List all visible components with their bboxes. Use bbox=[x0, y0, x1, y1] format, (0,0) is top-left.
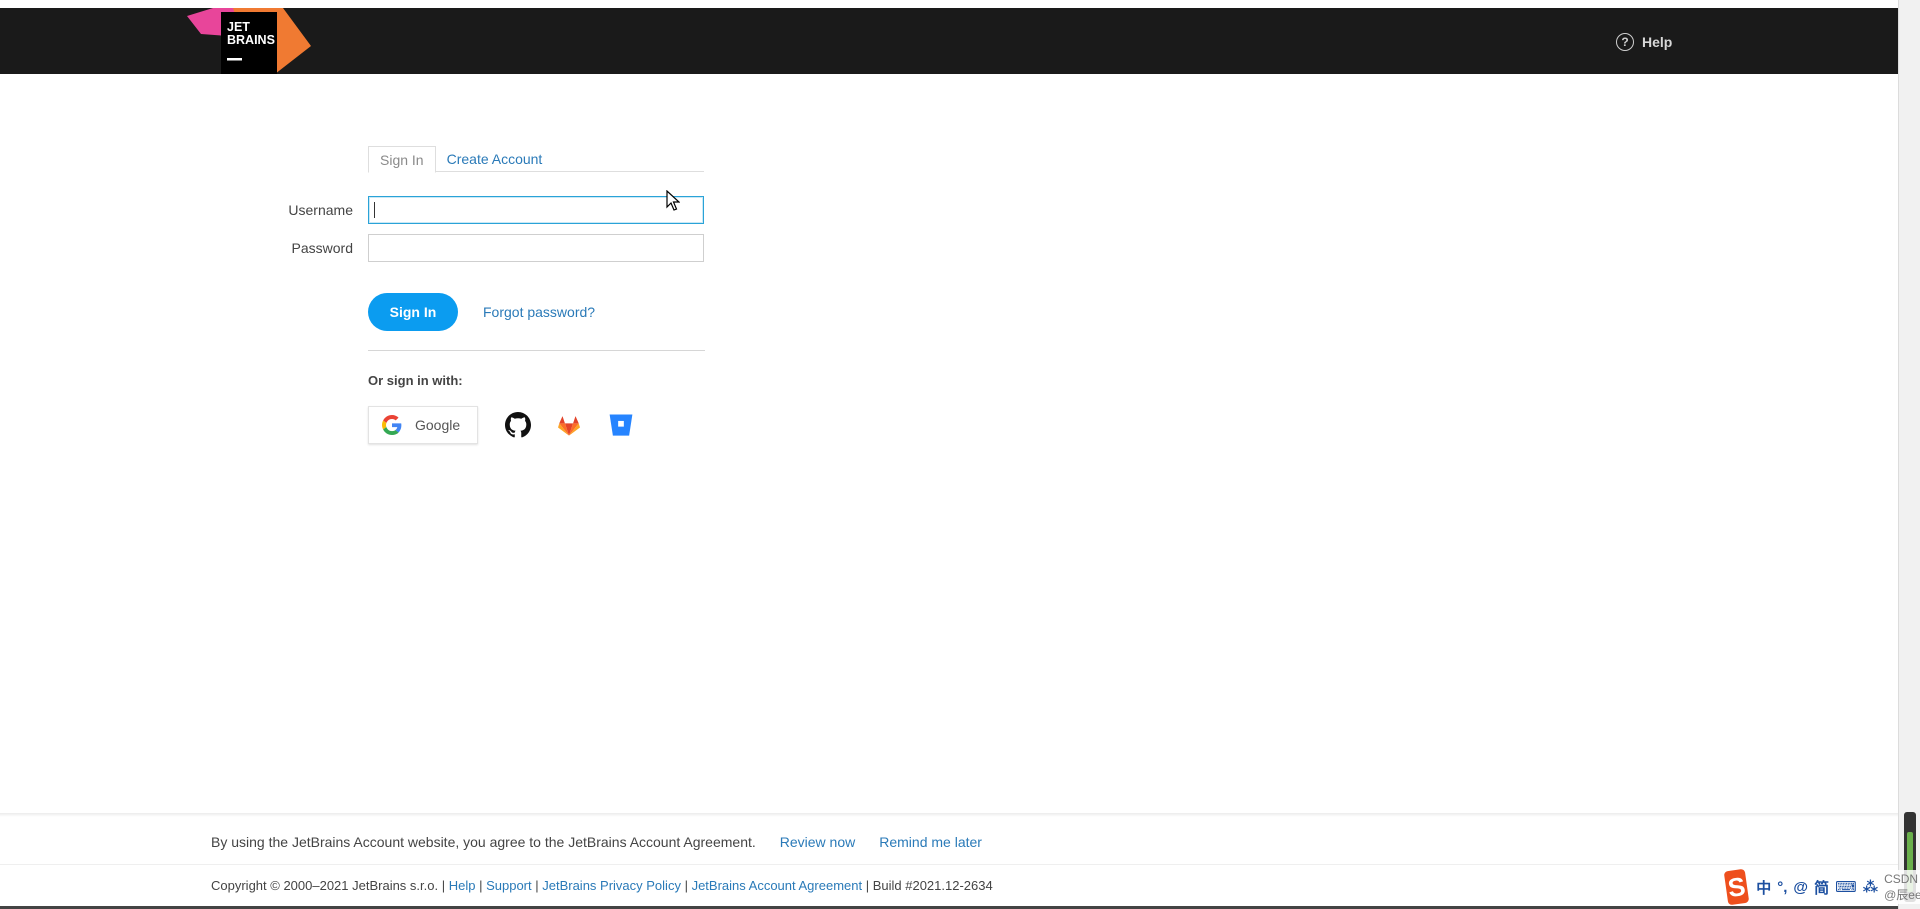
username-label: Username bbox=[288, 202, 353, 218]
tab-sign-in[interactable]: Sign In bbox=[368, 146, 436, 173]
ime-tools[interactable]: ⁂ bbox=[1863, 878, 1878, 896]
text-caret bbox=[374, 202, 375, 218]
help-link[interactable]: ? Help bbox=[1616, 30, 1672, 54]
sogou-ime-icon[interactable]: S bbox=[1723, 868, 1750, 906]
remind-me-later-link[interactable]: Remind me later bbox=[879, 834, 982, 850]
sign-in-button[interactable]: Sign In bbox=[368, 293, 458, 331]
divider bbox=[368, 350, 705, 351]
copyright-bar: Copyright © 2000–2021 JetBrains s.r.o. |… bbox=[211, 878, 993, 893]
password-input[interactable] bbox=[368, 234, 704, 262]
google-label: Google bbox=[415, 417, 461, 433]
ime-keyboard[interactable]: ⌨ bbox=[1835, 878, 1857, 896]
agreement-text: By using the JetBrains Account website, … bbox=[211, 834, 756, 850]
footer-support-link[interactable]: Support bbox=[486, 878, 532, 893]
password-label: Password bbox=[291, 240, 353, 256]
forgot-password-link[interactable]: Forgot password? bbox=[483, 304, 595, 320]
help-label: Help bbox=[1642, 34, 1673, 50]
footer-shadow bbox=[0, 813, 1898, 817]
bitbucket-sign-in-button[interactable] bbox=[607, 411, 635, 439]
auth-tabs: Sign In Create Account bbox=[368, 146, 704, 173]
footer-agreement-link[interactable]: JetBrains Account Agreement bbox=[692, 878, 863, 893]
username-input[interactable] bbox=[368, 196, 704, 224]
footer-divider bbox=[0, 864, 1898, 865]
ime-toolbar[interactable]: S 中 °, @ 简 ⌨ ⁂ CSDN @辰ee bbox=[1723, 868, 1920, 906]
build-number: | Build #2021.12-2634 bbox=[865, 878, 993, 893]
jetbrains-logo[interactable]: JET BRAINS bbox=[183, 8, 316, 74]
watermark-text: CSDN @辰ee bbox=[1884, 871, 1920, 902]
bitbucket-icon bbox=[609, 414, 633, 436]
github-icon bbox=[505, 412, 531, 438]
review-now-link[interactable]: Review now bbox=[780, 834, 855, 850]
gitlab-icon bbox=[558, 416, 580, 436]
ime-symbol[interactable]: @ bbox=[1793, 879, 1808, 896]
mouse-cursor-icon bbox=[666, 190, 680, 211]
tab-create-account[interactable]: Create Account bbox=[436, 146, 554, 172]
github-sign-in-button[interactable] bbox=[504, 411, 532, 439]
logo-text-brains: BRAINS bbox=[227, 33, 275, 47]
window-scrollbar[interactable] bbox=[1898, 0, 1920, 909]
gitlab-sign-in-button[interactable] bbox=[555, 411, 583, 439]
ime-chinese-mode[interactable]: 中 bbox=[1756, 877, 1771, 898]
copyright-text: Copyright © 2000–2021 JetBrains s.r.o. | bbox=[211, 878, 446, 893]
or-sign-in-with-heading: Or sign in with: bbox=[368, 373, 463, 388]
logo-text-jet: JET bbox=[227, 20, 250, 34]
footer-help-link[interactable]: Help bbox=[449, 878, 476, 893]
ime-simplified[interactable]: 简 bbox=[1814, 877, 1829, 898]
google-icon bbox=[382, 415, 402, 435]
question-circle-icon: ? bbox=[1616, 33, 1634, 51]
ime-punctuation[interactable]: °, bbox=[1777, 879, 1787, 896]
top-strip bbox=[0, 0, 1920, 8]
google-sign-in-button[interactable]: Google bbox=[368, 406, 478, 444]
footer-privacy-link[interactable]: JetBrains Privacy Policy bbox=[542, 878, 681, 893]
agreement-banner: By using the JetBrains Account website, … bbox=[211, 834, 982, 850]
